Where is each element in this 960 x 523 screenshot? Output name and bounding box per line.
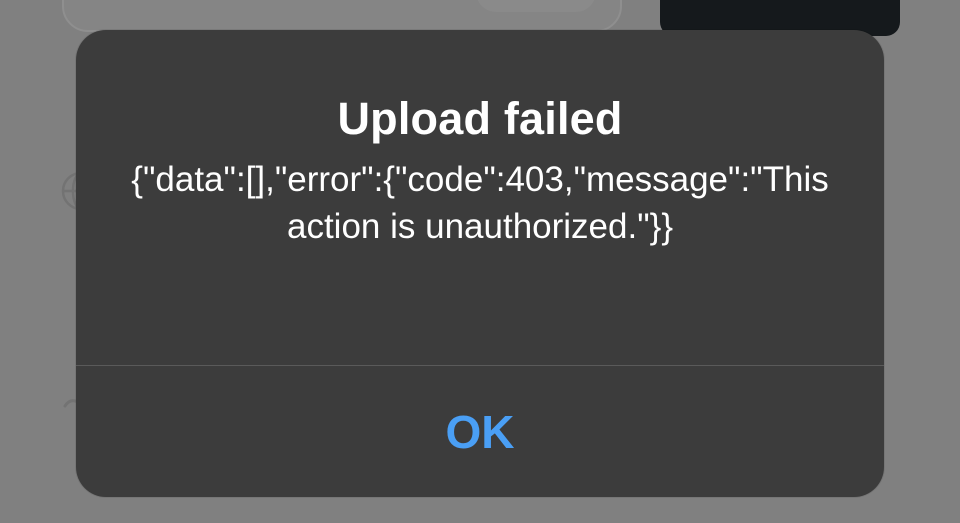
ok-button[interactable]: OK <box>76 366 884 497</box>
background-card <box>62 0 622 32</box>
background-card-pill <box>476 0 596 12</box>
alert-title: Upload failed <box>337 93 623 144</box>
alert-content: Upload failed {"data":[],"error":{"code"… <box>76 30 884 365</box>
alert-message: {"data":[],"error":{"code":403,"message"… <box>131 160 829 246</box>
alert-dialog: Upload failed {"data":[],"error":{"code"… <box>76 30 884 497</box>
